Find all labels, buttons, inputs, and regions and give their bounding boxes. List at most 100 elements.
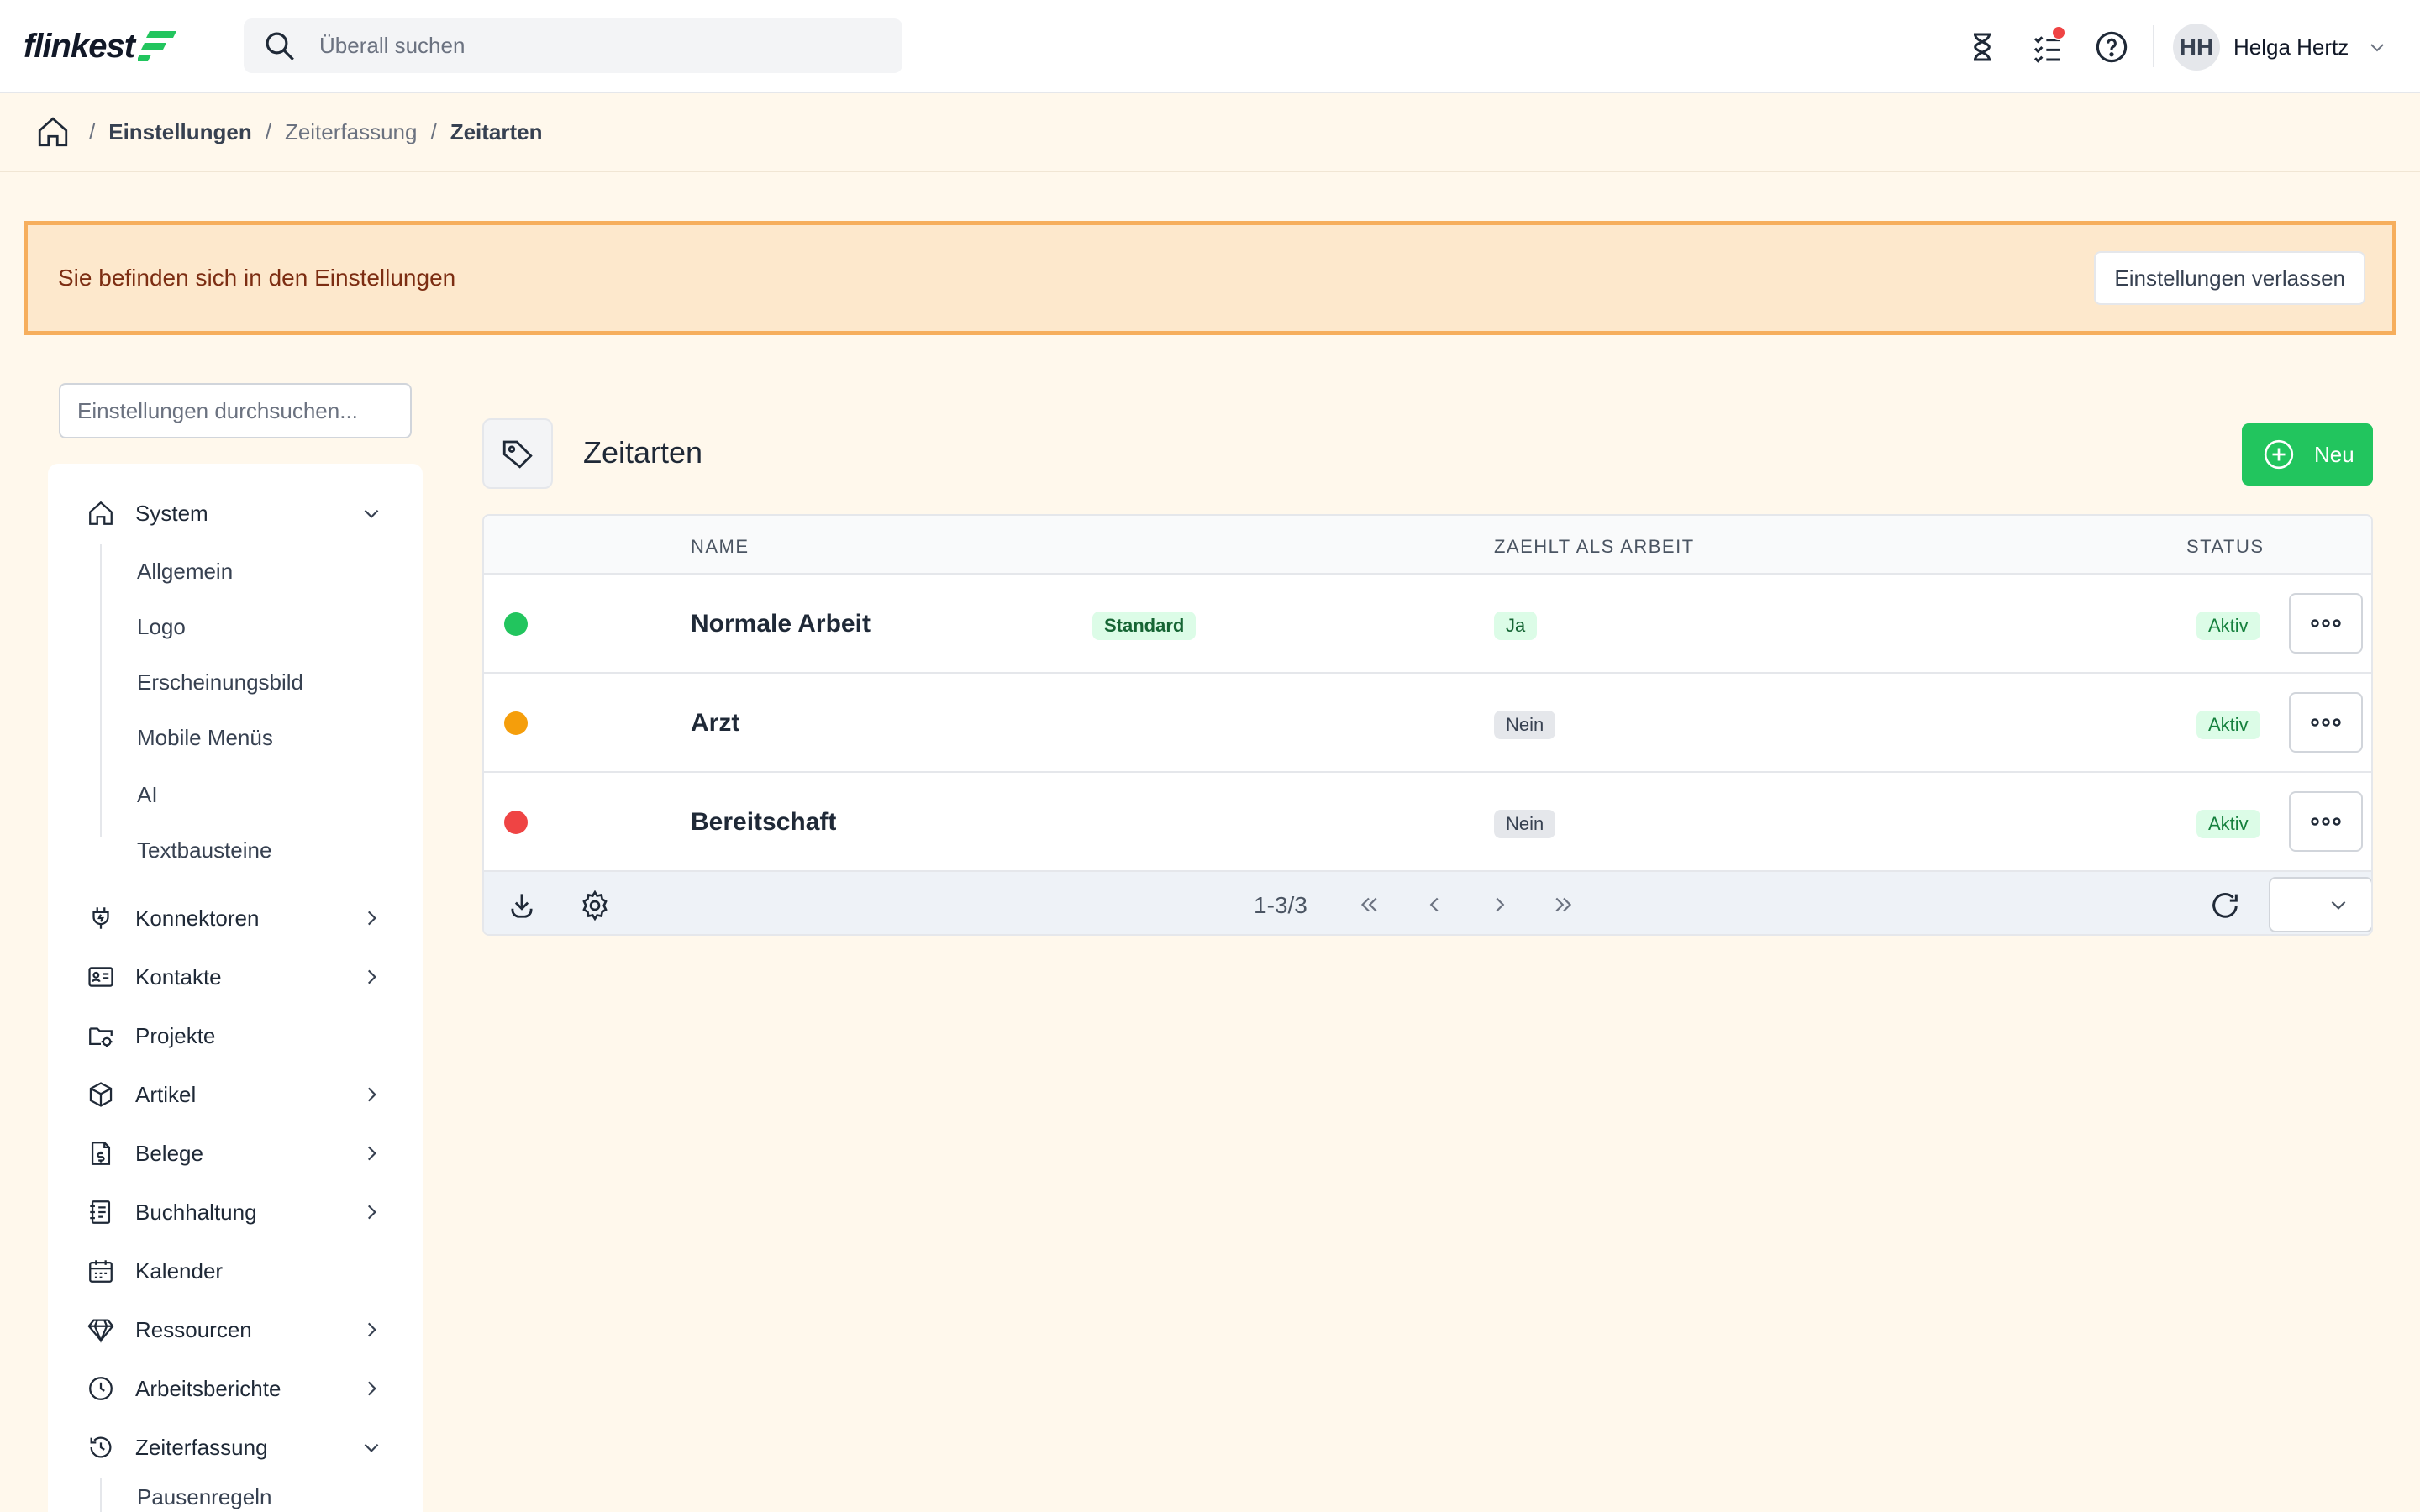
sidebar-subitem-mobile-menues[interactable]: Mobile Menüs bbox=[137, 721, 273, 754]
sidebar-item-system[interactable]: System bbox=[48, 492, 423, 534]
table-row[interactable]: Bereitschaft Nein Aktiv bbox=[484, 773, 2371, 872]
hourglass-button[interactable] bbox=[1964, 29, 2001, 66]
user-name: Helga Hertz bbox=[2233, 34, 2349, 60]
banner-message: Sie befinden sich in den Einstellungen bbox=[58, 265, 456, 291]
more-horizontal-icon bbox=[2311, 817, 2341, 826]
sidebar-item-konnektoren[interactable]: Konnektoren bbox=[48, 897, 423, 939]
page-title: Zeitarten bbox=[583, 435, 703, 470]
sidebar-subitem-textbausteine[interactable]: Textbausteine bbox=[137, 833, 271, 867]
sidebar-item-artikel[interactable]: Artikel bbox=[48, 1074, 423, 1116]
sidebar-item-zeiterfassung[interactable]: Zeiterfassung bbox=[48, 1426, 423, 1468]
header-divider bbox=[2153, 25, 2154, 67]
sidebar-item-label: Arbeitsberichte bbox=[135, 1375, 281, 1401]
color-dot bbox=[504, 711, 528, 735]
chevron-down-icon bbox=[2331, 900, 2346, 910]
home-icon[interactable] bbox=[35, 114, 71, 150]
zeitarten-table: NAME ZAEHLT ALS ARBEIT STATUS Normale Ar… bbox=[482, 514, 2373, 936]
breadcrumb-einstellungen[interactable]: Einstellungen bbox=[108, 119, 251, 145]
logo-text: flinkest bbox=[24, 27, 135, 65]
chevron-right-icon bbox=[367, 1087, 376, 1102]
pagination-info: 1-3/3 bbox=[1254, 892, 1307, 918]
ledger-icon bbox=[90, 1200, 111, 1224]
sidebar-item-label: System bbox=[135, 500, 208, 526]
search-icon bbox=[266, 32, 294, 60]
chevron-right-icon bbox=[367, 911, 376, 926]
diamond-icon bbox=[87, 1319, 114, 1343]
first-page-icon[interactable] bbox=[1356, 892, 1381, 917]
download-icon[interactable] bbox=[506, 889, 538, 921]
breadcrumb-zeiterfassung[interactable]: Zeiterfassung bbox=[285, 119, 418, 145]
sidebar-subitem-ai[interactable]: AI bbox=[137, 778, 158, 811]
table-row[interactable]: Arzt Nein Aktiv bbox=[484, 674, 2371, 773]
sidebar-item-belege[interactable]: Belege bbox=[48, 1132, 423, 1174]
counts-as-work-badge: Nein bbox=[1494, 810, 1556, 838]
refresh-icon[interactable] bbox=[2208, 889, 2242, 922]
user-menu[interactable]: HH Helga Hertz bbox=[2173, 24, 2387, 71]
counts-as-work-badge: Nein bbox=[1494, 711, 1556, 739]
column-header-counts-as-work[interactable]: ZAEHLT ALS ARBEIT bbox=[1494, 536, 1695, 558]
new-button[interactable]: Neu bbox=[2242, 423, 2373, 486]
sidebar-subitem-erscheinungsbild[interactable]: Erscheinungsbild bbox=[137, 665, 303, 699]
status-badge: Aktiv bbox=[2196, 810, 2260, 838]
tag-icon bbox=[502, 440, 533, 469]
row-actions-button[interactable] bbox=[2289, 692, 2363, 753]
page-icon bbox=[482, 418, 553, 489]
breadcrumb: / Einstellungen / Zeiterfassung / Zeitar… bbox=[0, 93, 2420, 172]
breadcrumb-zeitarten: Zeitarten bbox=[450, 118, 543, 144]
previous-page-icon[interactable] bbox=[1422, 892, 1447, 917]
row-actions-button[interactable] bbox=[2289, 791, 2363, 852]
submenu-line bbox=[100, 1478, 102, 1512]
color-dot bbox=[504, 811, 528, 834]
global-search-input[interactable] bbox=[319, 33, 823, 59]
row-actions-button[interactable] bbox=[2289, 593, 2363, 654]
sidebar-item-projekte[interactable]: Projekte bbox=[48, 1015, 423, 1057]
sidebar-subitem-allgemein[interactable]: Allgemein bbox=[137, 554, 233, 588]
column-header-status[interactable]: STATUS bbox=[2186, 536, 2265, 558]
logo-mark-icon bbox=[138, 31, 177, 61]
sidebar-item-kalender[interactable]: Kalender bbox=[48, 1250, 423, 1292]
chevron-right-icon bbox=[367, 969, 376, 984]
sidebar-subitem-pausenregeln[interactable]: Pausenregeln bbox=[137, 1480, 271, 1512]
plug-icon bbox=[92, 907, 109, 929]
cube-icon bbox=[89, 1082, 113, 1107]
chevron-right-icon bbox=[367, 1146, 376, 1161]
settings-gear-icon[interactable] bbox=[578, 889, 612, 922]
sidebar-item-kontakte[interactable]: Kontakte bbox=[48, 956, 423, 998]
logo[interactable]: flinkest bbox=[24, 25, 178, 67]
column-header-name[interactable]: NAME bbox=[691, 536, 750, 558]
sidebar-item-label: Projekte bbox=[135, 1022, 216, 1048]
chevron-down-icon bbox=[364, 509, 379, 518]
help-icon bbox=[2096, 31, 2128, 63]
sidebar-item-label: Ressourcen bbox=[135, 1316, 252, 1342]
more-horizontal-icon bbox=[2311, 619, 2341, 627]
breadcrumb-separator: / bbox=[89, 118, 96, 144]
last-page-icon[interactable] bbox=[1551, 892, 1576, 917]
status-badge: Aktiv bbox=[2196, 612, 2260, 640]
new-button-label: Neu bbox=[2314, 441, 2354, 467]
clock-icon bbox=[89, 1377, 113, 1400]
home-icon bbox=[89, 501, 113, 525]
sidebar-item-buchhaltung[interactable]: Buchhaltung bbox=[48, 1191, 423, 1233]
help-button[interactable] bbox=[2093, 29, 2130, 66]
chevron-right-icon bbox=[367, 1322, 376, 1337]
folder-gear-icon bbox=[89, 1027, 113, 1047]
chevron-right-icon bbox=[367, 1381, 376, 1396]
sidebar-item-arbeitsberichte[interactable]: Arbeitsberichte bbox=[48, 1368, 423, 1410]
status-badge: Aktiv bbox=[2196, 711, 2260, 739]
table-footer: 1-3/3 bbox=[484, 872, 2371, 934]
next-page-icon[interactable] bbox=[1487, 892, 1512, 917]
table-row[interactable]: Normale Arbeit Standard Ja Aktiv bbox=[484, 575, 2371, 674]
avatar: HH bbox=[2173, 24, 2220, 71]
exit-settings-button[interactable]: Einstellungen verlassen bbox=[2094, 251, 2365, 305]
sidebar-item-label: Zeiterfassung bbox=[135, 1434, 268, 1460]
settings-search-input[interactable] bbox=[59, 383, 412, 438]
sidebar-item-ressourcen[interactable]: Ressourcen bbox=[48, 1309, 423, 1351]
page-size-select[interactable] bbox=[2269, 877, 2371, 932]
tasks-button[interactable] bbox=[2029, 25, 2066, 66]
sidebar-item-label: Belege bbox=[135, 1140, 203, 1166]
sidebar-subitem-logo[interactable]: Logo bbox=[137, 610, 186, 643]
sidebar-item-label: Buchhaltung bbox=[135, 1199, 257, 1225]
breadcrumb-separator: / bbox=[265, 118, 271, 144]
global-search[interactable] bbox=[244, 18, 902, 73]
sidebar-item-label: Konnektoren bbox=[135, 905, 260, 931]
